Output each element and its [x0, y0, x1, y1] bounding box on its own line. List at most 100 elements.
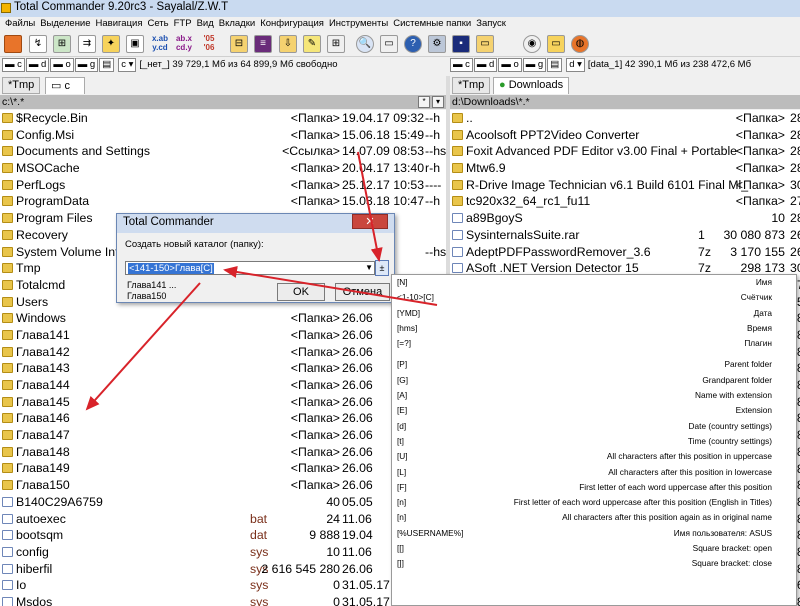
file-row[interactable]: B140C29A6759 40 05.05: [0, 494, 446, 511]
close-button[interactable]: ✕: [352, 214, 388, 229]
placeholder-menu-item[interactable]: [n] All characters after this position ag…: [392, 510, 796, 525]
monitor-icon[interactable]: ▭: [380, 35, 398, 53]
file-row[interactable]: .. <Папка> 28: [450, 110, 800, 127]
drive-d-button[interactable]: ▬ d: [473, 58, 498, 72]
tab-tmp[interactable]: *Tmp: [452, 77, 491, 94]
winrar-icon[interactable]: ≡: [254, 35, 272, 53]
file-row[interactable]: config sys 10 11.06: [0, 544, 446, 561]
save-icon[interactable]: ▪: [452, 35, 470, 53]
file-row[interactable]: Глава147 <Папка> 26.06: [0, 427, 446, 444]
placeholder-menu-item[interactable]: [A] Name with extension: [392, 388, 796, 403]
placeholder-menu-button[interactable]: ±: [375, 260, 389, 276]
menu-item[interactable]: Запуск: [476, 18, 506, 29]
placeholder-menu-item[interactable]: [YMD] Дата: [392, 306, 796, 321]
drive-g-button[interactable]: ▬ g: [74, 58, 99, 72]
placeholder-menu-item[interactable]: [E] Extension: [392, 403, 796, 418]
file-row[interactable]: Глава150 <Папка> 26.06: [0, 477, 446, 494]
file-row[interactable]: Config.Msi <Папка> 15.06.18 15:49 --h: [0, 127, 446, 144]
file-row[interactable]: Documents and Settings <Ссылка> 14.07.09 0…: [0, 143, 446, 160]
menu-item[interactable]: Выделение: [40, 18, 90, 29]
file-row[interactable]: Глава149 <Папка> 26.06: [0, 460, 446, 477]
sound-icon[interactable]: ◉: [523, 35, 541, 53]
drive-c-button[interactable]: ▬ c: [2, 58, 25, 72]
placeholder-menu-item[interactable]: [=?] Плагин: [392, 336, 796, 351]
file-row[interactable]: ProgramData <Папка> 15.03.18 10:47 --h: [0, 193, 446, 210]
chevron-down-icon[interactable]: ▼: [365, 263, 373, 272]
history-item[interactable]: Глава150: [127, 291, 176, 302]
placeholder-menu-item[interactable]: [t] Time (country settings): [392, 434, 796, 449]
file-row[interactable]: AdeptPDFPasswordRemover_3.6 7z 3 170 155 26: [450, 244, 800, 261]
file-row[interactable]: Глава148 <Папка> 26.06: [0, 444, 446, 461]
menu-item[interactable]: Файлы: [5, 18, 35, 29]
rename-icon[interactable]: x.ab y.cd: [148, 34, 172, 54]
multi-rename-icon[interactable]: ⊞: [327, 35, 345, 53]
select-icon[interactable]: ✦: [102, 35, 120, 53]
ok-button[interactable]: OK: [277, 283, 325, 301]
placeholder-menu-item[interactable]: [U] All characters after this position in…: [392, 449, 796, 464]
network-drive-button[interactable]: ▤: [547, 58, 563, 72]
placeholder-menu-item[interactable]: []] Square bracket: close: [392, 556, 796, 571]
placeholder-menu-item[interactable]: [F] First letter of each word uppercase a…: [392, 480, 796, 495]
file-row[interactable]: Windows <Папка> 26.06: [0, 310, 446, 327]
menu-item[interactable]: FTP: [174, 18, 192, 29]
compare-icon[interactable]: ⊟: [230, 35, 248, 53]
open-folder-icon[interactable]: ▭: [547, 35, 565, 53]
placeholder-menu-item[interactable]: [n] First letter of each word uppercase a…: [392, 495, 796, 510]
pack-icon[interactable]: ⇉: [78, 35, 96, 53]
menu-item[interactable]: Вид: [197, 18, 214, 29]
history-item[interactable]: Глава141 ...: [127, 280, 176, 291]
search-icon[interactable]: 🔍: [356, 35, 374, 53]
unpack-icon[interactable]: ▣: [126, 35, 144, 53]
placeholder-menu-item[interactable]: [d] Date (country settings): [392, 419, 796, 434]
placeholder-menu-item[interactable]: [P] Parent folder: [392, 357, 796, 372]
hotlist-button[interactable]: ▾: [432, 96, 444, 108]
drive-g-button[interactable]: ▬ g: [522, 58, 547, 72]
file-row[interactable]: Глава142 <Папка> 26.06: [0, 344, 446, 361]
cancel-button[interactable]: Отмена: [335, 283, 390, 301]
file-row[interactable]: autoexec bat 24 11.06: [0, 511, 446, 528]
menu-item[interactable]: Конфигурация: [260, 18, 324, 29]
right-drive-select[interactable]: d ▾: [566, 58, 585, 72]
right-path-bar[interactable]: d:\Downloads\*.*: [450, 95, 800, 109]
placeholder-menu-item[interactable]: [%USERNAME%] Имя пользователя: ASUS: [392, 526, 796, 541]
sync-icon[interactable]: ⇩: [279, 35, 297, 53]
file-row[interactable]: $Recycle.Bin <Папка> 19.04.17 09:32 --h: [0, 110, 446, 127]
placeholder-menu-item[interactable]: <1-10>[C] Счётчик: [392, 290, 796, 305]
menu-item[interactable]: Инструменты: [329, 18, 388, 29]
file-row[interactable]: Acoolsoft PPT2Video Converter <Папка> 28: [450, 127, 800, 144]
file-row[interactable]: SysinternalsSuite.rar 1 30 080 873 26: [450, 227, 800, 244]
file-row[interactable]: hiberfil sys 2 616 545 280 26.06: [0, 561, 446, 578]
menu-item[interactable]: Навигация: [96, 18, 143, 29]
left-path-bar[interactable]: c:\*.* * ▾: [0, 95, 446, 109]
folder-icon[interactable]: ▭: [476, 35, 494, 53]
placeholder-menu-item[interactable]: [hms] Время: [392, 321, 796, 336]
refresh-icon[interactable]: [4, 35, 22, 53]
placeholder-menu-item[interactable]: [N] Имя: [392, 275, 796, 290]
file-row[interactable]: PerfLogs <Папка> 25.12.17 10:53 ----: [0, 177, 446, 194]
file-row[interactable]: bootsqm dat 9 888 19.04: [0, 527, 446, 544]
tab-downloads[interactable]: ● Downloads: [493, 77, 570, 94]
edit-icon[interactable]: ✎: [303, 35, 321, 53]
file-row[interactable]: Глава141 <Папка> 26.06: [0, 327, 446, 344]
network-drive-button[interactable]: ▤: [99, 58, 115, 72]
drive-o-button[interactable]: ▬ o: [498, 58, 522, 72]
file-row[interactable]: Глава146 <Папка> 26.06: [0, 410, 446, 427]
file-row[interactable]: Iosys031.05.17 16:59rah: [0, 577, 446, 594]
file-row[interactable]: Глава143 <Папка> 26.06: [0, 360, 446, 377]
file-row[interactable]: Mtw6.9 <Папка> 28: [450, 160, 800, 177]
left-file-list[interactable]: $Recycle.Bin <Папка> 19.04.17 09:32 --h Conf…: [0, 110, 446, 606]
file-row[interactable]: Foxit Advanced PDF Editor v3.00 Final + …: [450, 143, 800, 160]
placeholder-menu-item[interactable]: [G] Grandparent folder: [392, 373, 796, 388]
drive-c-button[interactable]: ▬ c: [450, 58, 473, 72]
folder-name-input[interactable]: <141-150>Глава[C] ▼: [125, 261, 375, 275]
file-row[interactable]: Глава144 <Папка> 26.06: [0, 377, 446, 394]
file-row[interactable]: R-Drive Image Technician v6.1 Build 6101…: [450, 177, 800, 194]
placeholder-menu-item[interactable]: [[] Square bracket: open: [392, 541, 796, 556]
file-row[interactable]: tc920x32_64_rc1_fu11 <Папка> 27: [450, 193, 800, 210]
history-button[interactable]: *: [418, 96, 430, 108]
menu-item[interactable]: Вкладки: [219, 18, 255, 29]
placeholder-menu-item[interactable]: [L] All characters after this position in…: [392, 465, 796, 480]
tab-tmp[interactable]: *Tmp: [2, 77, 41, 94]
drive-d-button[interactable]: ▬ d: [25, 58, 50, 72]
menu-item[interactable]: Сеть: [147, 18, 168, 29]
